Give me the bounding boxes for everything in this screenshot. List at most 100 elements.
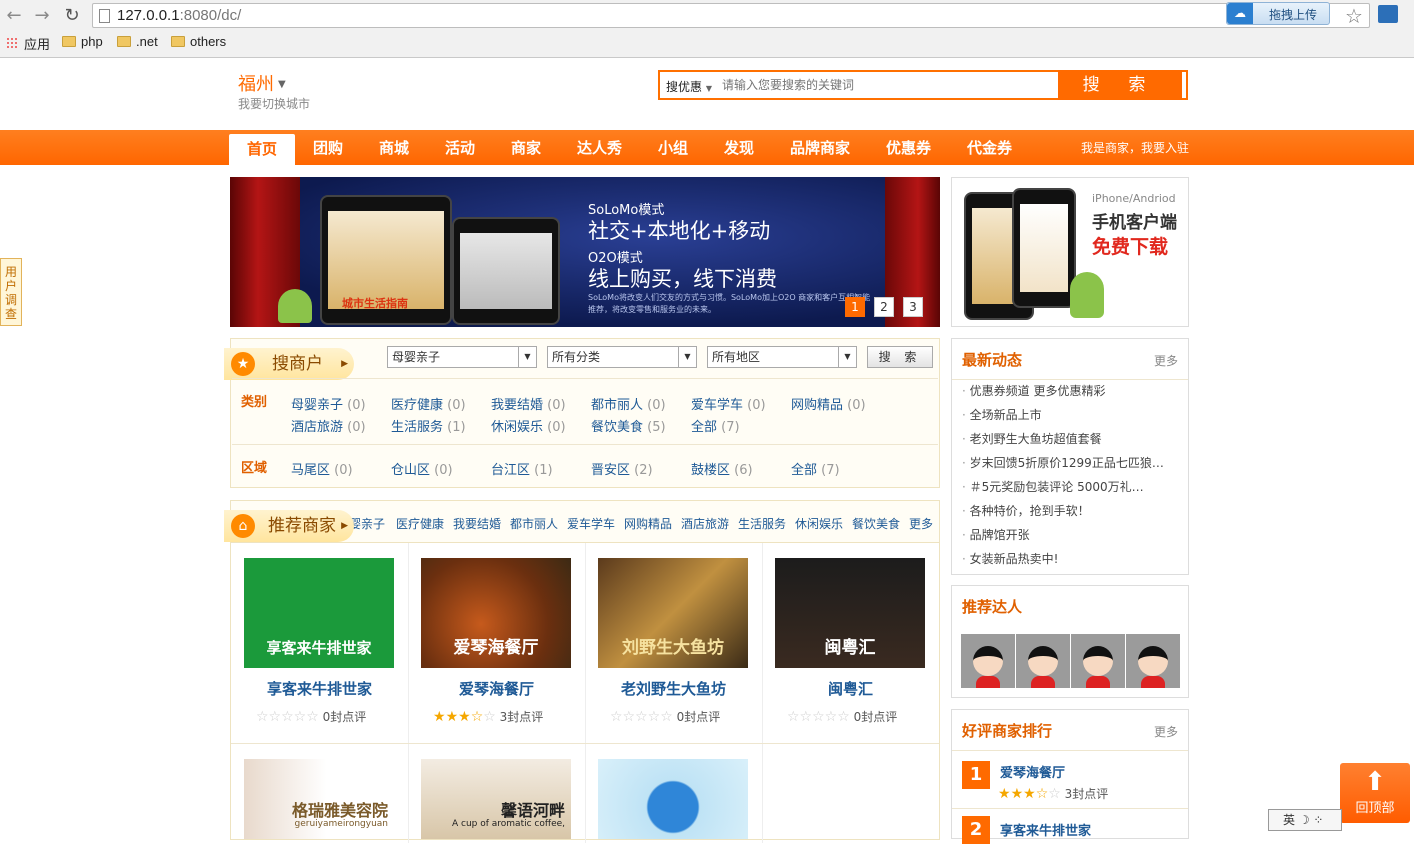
merchant-image[interactable]: 馨语河畔 A cup of aromatic coffee,	[421, 759, 571, 839]
back-to-top-button[interactable]: ⬆ 回顶部	[1340, 763, 1410, 823]
bookmark-apps[interactable]: 应用	[24, 34, 50, 53]
area-link[interactable]: 全部 (7)	[791, 459, 840, 478]
merchant-image[interactable]: 享客来牛排世家	[244, 558, 394, 668]
caret-down-icon: ▼	[278, 79, 286, 90]
nav-home[interactable]: 首页	[229, 134, 295, 165]
recommend-category-link[interactable]: 生活服务	[738, 515, 786, 532]
merchant-name[interactable]: 爱琴海餐厅	[408, 678, 585, 699]
category-link[interactable]: 生活服务 (1)	[391, 416, 466, 435]
banner-page-3[interactable]: 3	[903, 297, 923, 317]
merchant-image[interactable]: 刘野生大鱼坊	[598, 558, 748, 668]
recommend-category-link[interactable]: 餐饮美食	[852, 515, 900, 532]
recommend-category-link[interactable]: 休闲娱乐	[795, 515, 843, 532]
ranking-more-link[interactable]: 更多	[1154, 723, 1178, 740]
search-category-select[interactable]: 搜优惠 ▼	[666, 78, 712, 95]
recommend-category-link[interactable]: 我要结婚	[453, 515, 501, 532]
nav-merchants[interactable]: 商家	[511, 130, 541, 165]
forward-icon[interactable]: →	[32, 6, 52, 26]
bookmark-net[interactable]: .net	[117, 34, 158, 49]
recommend-category-link[interactable]: 都市丽人	[510, 515, 558, 532]
category-link[interactable]: 餐饮美食 (5)	[591, 416, 666, 435]
rating-stars: ☆☆☆☆☆	[787, 709, 850, 725]
reload-icon[interactable]: ↻	[62, 6, 82, 26]
category-link[interactable]: 全部 (7)	[691, 416, 740, 435]
category-link[interactable]: 我要结婚 (0)	[491, 394, 566, 413]
area-link[interactable]: 仓山区 (0)	[391, 459, 453, 478]
app-download-box[interactable]: iPhone/Andriod 手机客户端 免费下载	[951, 177, 1189, 327]
search-button[interactable]: 搜 索	[1058, 70, 1182, 100]
expert-avatar[interactable]	[1126, 634, 1180, 688]
category-link[interactable]: 母婴亲子 (0)	[291, 394, 366, 413]
expert-avatar[interactable]	[1071, 634, 1125, 688]
nav-groupbuy[interactable]: 团购	[313, 130, 343, 165]
bookmark-others[interactable]: others	[171, 34, 226, 49]
app-platform: iPhone/Andriod	[1092, 192, 1176, 205]
merchant-name[interactable]: 闽粤汇	[762, 678, 939, 699]
recommend-category-link[interactable]: 网购精品	[624, 515, 672, 532]
nav-activities[interactable]: 活动	[445, 130, 475, 165]
merchant-join-link[interactable]: 我是商家，我要入驻	[1081, 130, 1189, 166]
expert-avatar[interactable]	[961, 634, 1015, 688]
category-link[interactable]: 都市丽人 (0)	[591, 394, 666, 413]
merchant-name[interactable]: 享客来牛排世家	[231, 678, 408, 699]
upload-extension-button[interactable]: ☁ 拖拽上传	[1226, 2, 1330, 25]
city-selector[interactable]: 福州 ▼	[238, 70, 286, 96]
recommend-category-link[interactable]: 酒店旅游	[681, 515, 729, 532]
news-item[interactable]: 女装新品热卖中!	[962, 550, 1059, 567]
news-item[interactable]: 老刘野生大鱼坊超值套餐	[962, 430, 1102, 447]
nav-mall[interactable]: 商城	[379, 130, 409, 165]
area-link[interactable]: 马尾区 (0)	[291, 459, 353, 478]
news-item[interactable]: 全场新品上市	[962, 406, 1042, 423]
news-more-link[interactable]: 更多	[1154, 352, 1178, 369]
nav-brands[interactable]: 品牌商家	[790, 130, 850, 165]
recommend-category-link[interactable]: 医疗健康	[396, 515, 444, 532]
news-item[interactable]: 各种特价，抢到手软！	[962, 502, 1090, 519]
category-link[interactable]: 医疗健康 (0)	[391, 394, 466, 413]
city-switch-link[interactable]: 我要切换城市	[238, 95, 310, 112]
extension-icon[interactable]	[1378, 5, 1398, 23]
merchant-image[interactable]: 闽粤汇	[775, 558, 925, 668]
merchant-image[interactable]	[598, 759, 748, 839]
recommend-category-link[interactable]: 爱车学车	[567, 515, 615, 532]
search-input[interactable]	[722, 73, 1052, 97]
banner-page-2[interactable]: 2	[874, 297, 894, 317]
news-item[interactable]: 优惠券频道 更多优惠精彩	[962, 382, 1106, 399]
recommend-category-link[interactable]: 更多	[909, 515, 933, 532]
merchant-image[interactable]: 爱琴海餐厅	[421, 558, 571, 668]
news-item[interactable]: 岁末回馈5折原价1299正品七匹狼…	[962, 454, 1164, 471]
area-link[interactable]: 鼓楼区 (6)	[691, 459, 753, 478]
bookmark-star-icon[interactable]: ☆	[1345, 4, 1363, 28]
category-link[interactable]: 休闲娱乐 (0)	[491, 416, 566, 435]
nav-discover[interactable]: 发现	[724, 130, 754, 165]
banner-page-1[interactable]: 1	[845, 297, 865, 317]
subcategory-select[interactable]: 所有分类 ▼	[547, 346, 697, 368]
category-select[interactable]: 母婴亲子 ▼	[387, 346, 537, 368]
address-bar[interactable]: 127.0.0.1:8080/dc/	[92, 3, 1370, 28]
nav-vouchers[interactable]: 代金券	[967, 130, 1012, 165]
nav-experts[interactable]: 达人秀	[577, 130, 622, 165]
area-link[interactable]: 台江区 (1)	[491, 459, 553, 478]
ime-toolbar[interactable]: 英 ☽ ⁘	[1268, 809, 1342, 831]
category-link[interactable]: 网购精品 (0)	[791, 394, 866, 413]
rank-merchant-name[interactable]: 爱琴海餐厅	[1000, 762, 1065, 781]
news-item[interactable]: 品牌馆开张	[962, 526, 1030, 543]
recommend-category-link[interactable]: 婴亲子	[349, 515, 385, 532]
rank-number: 2	[962, 816, 990, 844]
bookmark-php[interactable]: php	[62, 34, 103, 49]
news-item[interactable]: ＃5元奖励包装评论 5000万礼…	[962, 478, 1144, 495]
expert-avatar[interactable]	[1016, 634, 1070, 688]
merchant-name[interactable]: 老刘野生大鱼坊	[585, 678, 762, 699]
nav-groups[interactable]: 小组	[658, 130, 688, 165]
rank-merchant-name[interactable]: 享客来牛排世家	[1000, 820, 1091, 839]
nav-coupons[interactable]: 优惠券	[886, 130, 931, 165]
area-link[interactable]: 晋安区 (2)	[591, 459, 653, 478]
merchant-image[interactable]: 格瑞雅美容院 geruiyameirongyuan	[244, 759, 394, 839]
promo-banner[interactable]: 城市生活指南 SoLoMo模式 社交+本地化+移动 O2O模式 线上购买，线下消…	[230, 177, 940, 327]
user-survey-tab[interactable]: 用户调查	[0, 258, 22, 326]
category-link[interactable]: 酒店旅游 (0)	[291, 416, 366, 435]
back-icon[interactable]: ←	[4, 6, 24, 26]
merchant-search-button[interactable]: 搜 索	[867, 346, 933, 368]
app-download-cta[interactable]: 免费下载	[1092, 232, 1168, 259]
category-link[interactable]: 爱车学车 (0)	[691, 394, 766, 413]
area-select[interactable]: 所有地区 ▼	[707, 346, 857, 368]
